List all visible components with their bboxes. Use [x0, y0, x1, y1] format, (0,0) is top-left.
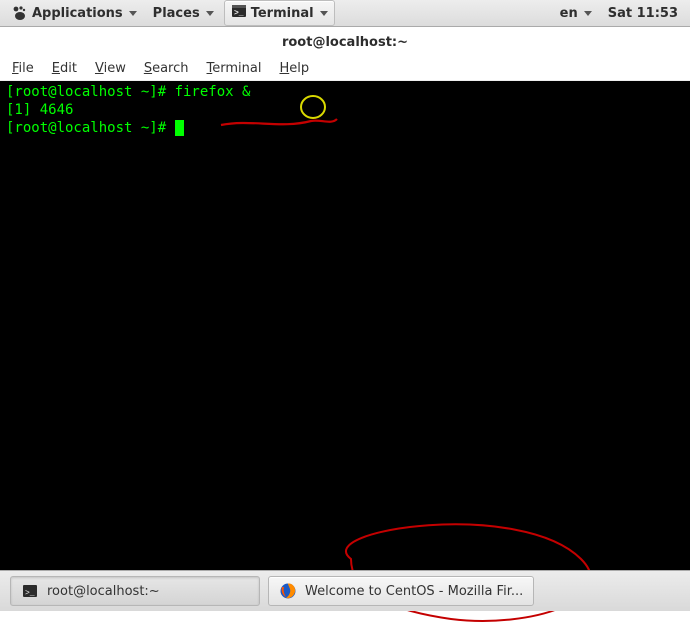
- applications-label: Applications: [32, 6, 123, 21]
- active-app-indicator[interactable]: >_ Terminal: [224, 0, 335, 26]
- places-label: Places: [153, 6, 200, 21]
- chevron-down-icon: [584, 11, 592, 16]
- svg-text:>_: >_: [234, 9, 244, 18]
- prompt-1: [root@localhost ~]#: [6, 84, 175, 100]
- clock[interactable]: Sat 11:53: [602, 4, 684, 23]
- active-app-label: Terminal: [251, 6, 314, 21]
- language-indicator[interactable]: en: [554, 4, 598, 23]
- command-1: firefox &: [175, 84, 251, 100]
- menu-help[interactable]: Help: [279, 61, 309, 76]
- applications-menu[interactable]: Applications: [6, 3, 143, 23]
- menu-file[interactable]: FFileile: [12, 61, 34, 76]
- svg-text:>_: >_: [25, 589, 35, 598]
- terminal-icon: >_: [21, 582, 39, 600]
- taskbar-item-label: root@localhost:~: [47, 584, 160, 599]
- top-panel: Applications Places >_ Terminal en Sat 1…: [0, 0, 690, 27]
- terminal-icon: >_: [231, 3, 247, 23]
- cursor: [175, 120, 184, 136]
- taskbar-item-firefox[interactable]: Welcome to CentOS - Mozilla Fir...: [268, 576, 534, 606]
- chevron-down-icon: [320, 11, 328, 16]
- annotation-overlay: [0, 81, 690, 642]
- gnome-foot-icon: [12, 5, 28, 21]
- terminal-body[interactable]: [root@localhost ~]# firefox & [1] 4646 […: [0, 81, 690, 570]
- taskbar-item-terminal[interactable]: >_ root@localhost:~: [10, 576, 260, 606]
- prompt-2: [root@localhost ~]#: [6, 120, 175, 136]
- menu-search[interactable]: Search: [144, 61, 189, 76]
- window-title: root@localhost:~: [282, 35, 408, 50]
- chevron-down-icon: [206, 11, 214, 16]
- terminal-menubar: FFileile Edit View Search Terminal Help: [0, 57, 690, 81]
- output-line: [1] 4646: [6, 102, 73, 118]
- terminal-window: root@localhost:~ FFileile Edit View Sear…: [0, 27, 690, 570]
- menu-edit[interactable]: Edit: [52, 61, 77, 76]
- chevron-down-icon: [129, 11, 137, 16]
- language-label: en: [560, 6, 578, 21]
- window-titlebar[interactable]: root@localhost:~: [0, 27, 690, 57]
- menu-view[interactable]: View: [95, 61, 126, 76]
- firefox-icon: [279, 582, 297, 600]
- menu-terminal[interactable]: Terminal: [207, 61, 262, 76]
- taskbar-item-label: Welcome to CentOS - Mozilla Fir...: [305, 584, 523, 599]
- bottom-panel: >_ root@localhost:~ Welcome to CentOS - …: [0, 570, 690, 611]
- clock-label: Sat 11:53: [608, 6, 678, 21]
- places-menu[interactable]: Places: [147, 4, 220, 23]
